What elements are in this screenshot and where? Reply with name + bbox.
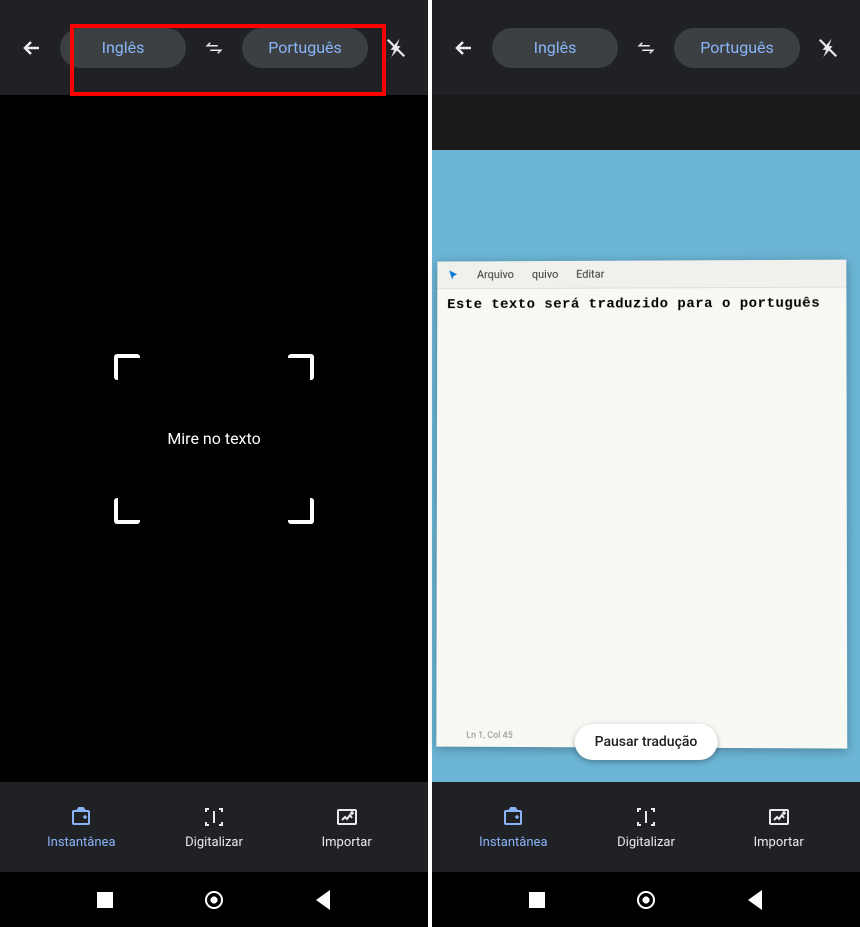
mode-bar: Instantânea Digitalizar Importar — [0, 782, 428, 872]
aim-hint-text: Mire no texto — [167, 429, 260, 448]
import-icon — [767, 805, 791, 829]
instant-icon — [501, 805, 525, 829]
mode-scan[interactable]: Digitalizar — [580, 805, 713, 850]
right-screenshot: Inglês Português Arquivo quivo Editar Es… — [432, 0, 860, 927]
swap-icon — [205, 39, 223, 57]
menu-quivo: quivo — [532, 268, 558, 281]
mode-instant-label: Instantânea — [479, 835, 547, 850]
flash-off-icon — [385, 37, 407, 59]
recent-icon — [529, 892, 545, 908]
home-icon — [637, 891, 655, 909]
swap-languages-button[interactable] — [192, 26, 236, 70]
pause-translation-button[interactable]: Pausar tradução — [575, 724, 718, 760]
nav-recent-button[interactable] — [526, 889, 548, 911]
notepad-window: Arquivo quivo Editar Este texto será tra… — [436, 260, 847, 749]
back-button[interactable] — [442, 26, 486, 70]
instant-icon — [69, 805, 93, 829]
source-language-pill[interactable]: Inglês — [60, 28, 186, 68]
source-language-pill[interactable]: Inglês — [492, 28, 618, 68]
nav-back-button[interactable] — [312, 889, 334, 911]
swap-icon — [637, 39, 655, 57]
mode-scan[interactable]: Digitalizar — [148, 805, 281, 850]
mode-scan-label: Digitalizar — [617, 835, 675, 850]
nav-home-button[interactable] — [635, 889, 657, 911]
frame-corner-tl — [114, 354, 140, 380]
menu-editar: Editar — [576, 268, 604, 281]
left-screenshot: Inglês Português Mire no texto Instantân… — [0, 0, 428, 927]
mode-instant[interactable]: Instantânea — [15, 805, 148, 850]
mode-instant-label: Instantânea — [47, 835, 115, 850]
nav-back-button[interactable] — [744, 889, 766, 911]
back-button[interactable] — [10, 26, 54, 70]
mode-import[interactable]: Importar — [712, 805, 845, 850]
mode-import-label: Importar — [322, 835, 372, 850]
back-arrow-icon — [20, 36, 44, 60]
target-language-pill[interactable]: Português — [242, 28, 368, 68]
mode-instant[interactable]: Instantânea — [447, 805, 580, 850]
home-icon — [205, 891, 223, 909]
flash-toggle-button[interactable] — [806, 26, 850, 70]
scan-icon — [202, 805, 226, 829]
scan-icon — [634, 805, 658, 829]
back-triangle-icon — [748, 890, 762, 910]
frame-corner-tr — [288, 354, 314, 380]
frame-corner-br — [288, 498, 314, 524]
frame-corner-bl — [114, 498, 140, 524]
notepad-status-bar: Ln 1, Col 45 — [466, 731, 512, 741]
mode-import[interactable]: Importar — [280, 805, 413, 850]
cursor-icon — [447, 269, 459, 281]
nav-recent-button[interactable] — [94, 889, 116, 911]
target-language-pill[interactable]: Português — [674, 28, 800, 68]
recent-icon — [97, 892, 113, 908]
camera-viewfinder-live: Arquivo quivo Editar Este texto será tra… — [432, 95, 860, 782]
camera-viewfinder: Mire no texto — [0, 95, 428, 782]
android-nav-bar — [0, 872, 428, 927]
flash-toggle-button[interactable] — [374, 26, 418, 70]
mode-import-label: Importar — [754, 835, 804, 850]
top-bar: Inglês Português — [0, 0, 428, 95]
android-nav-bar — [432, 872, 860, 927]
flash-off-icon — [817, 37, 839, 59]
back-arrow-icon — [452, 36, 476, 60]
top-bar: Inglês Português — [432, 0, 860, 95]
import-icon — [335, 805, 359, 829]
mode-bar: Instantânea Digitalizar Importar — [432, 782, 860, 872]
mode-scan-label: Digitalizar — [185, 835, 243, 850]
notepad-menu-bar: Arquivo quivo Editar — [437, 260, 846, 290]
translated-text-overlay: Este texto será traduzido para o portugu… — [437, 288, 846, 321]
aim-frame: Mire no texto — [114, 354, 314, 524]
swap-languages-button[interactable] — [624, 26, 668, 70]
back-triangle-icon — [316, 890, 330, 910]
menu-arquivo: Arquivo — [477, 268, 514, 281]
nav-home-button[interactable] — [203, 889, 225, 911]
